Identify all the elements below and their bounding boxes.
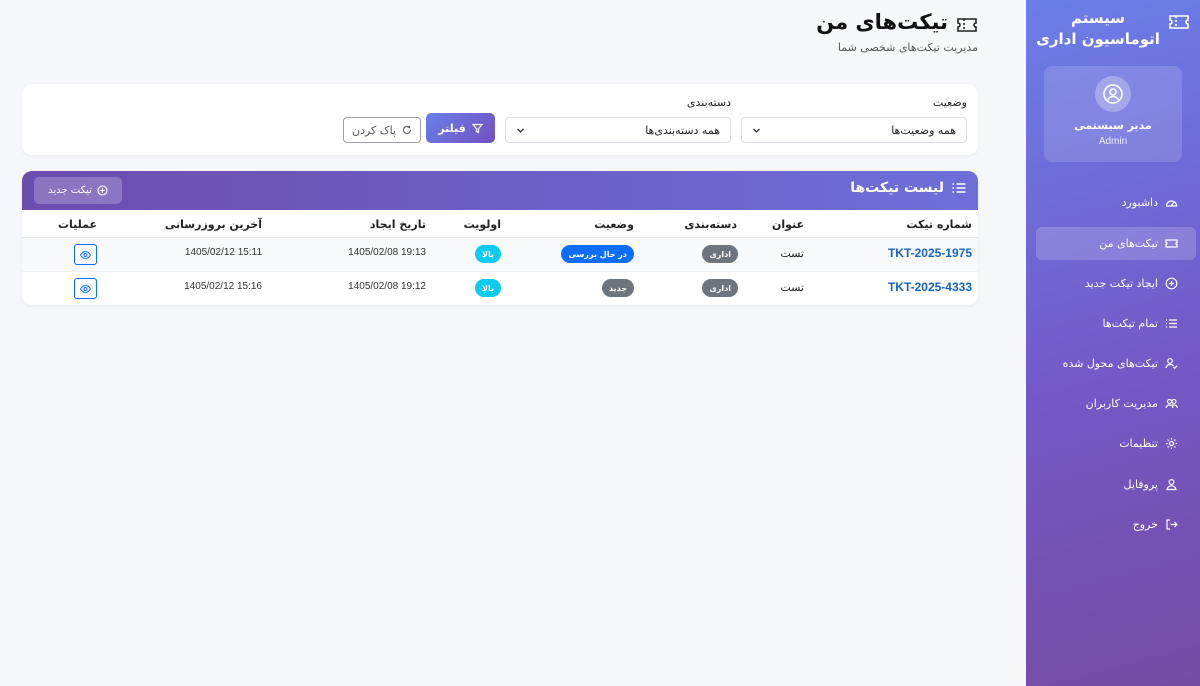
- category-filter-value: همه دسته‌بندی‌ها: [645, 123, 720, 137]
- sidebar-item-label: داشبورد: [1121, 196, 1158, 209]
- updated-date: 1405/02/12 15:11: [184, 247, 262, 258]
- funnel-icon: [471, 123, 483, 134]
- ticket-number-link[interactable]: TKT-2025-4333: [888, 280, 972, 294]
- column-number[interactable]: شماره تیکت: [906, 218, 972, 231]
- ticket-icon: [1165, 237, 1178, 250]
- status-badge: جدید: [601, 279, 634, 297]
- sidebar-item-label: تیکت‌های من: [1099, 237, 1158, 250]
- column-status[interactable]: وضعیت: [594, 218, 634, 231]
- sidebar-item-settings[interactable]: تنظیمات: [1036, 427, 1196, 460]
- sidebar-item-logout[interactable]: خروج: [1036, 508, 1196, 541]
- chevron-down-icon: [516, 126, 525, 135]
- users-icon: [1165, 397, 1178, 410]
- eye-icon: [80, 284, 91, 293]
- clear-button-label: پاک کردن: [351, 123, 397, 137]
- column-category[interactable]: دسته‌بندی: [684, 218, 737, 231]
- user-role: Admin: [1098, 136, 1128, 147]
- ticket-list-card: لیست تیکت‌ها تیکت جدید شماره تیکت عنوان …: [22, 171, 978, 305]
- logout-icon: [1165, 518, 1178, 531]
- sidebar-item-label: خروج: [1132, 518, 1158, 531]
- sidebar-item-users[interactable]: مدیریت کاربران: [1036, 387, 1196, 420]
- sidebar-item-new-ticket[interactable]: ایجاد تیکت جدید: [1036, 267, 1196, 300]
- sidebar-item-label: تمام تیکت‌ها: [1102, 317, 1159, 330]
- user-check-icon: [1165, 357, 1178, 370]
- chevron-down-icon: [752, 126, 761, 135]
- created-date: 1405/02/08 19:12: [348, 281, 426, 292]
- filter-card: وضعیت همه وضعیت‌ها دسته‌بندی همه دسته‌بن…: [22, 84, 978, 155]
- column-actions: عملیات: [57, 218, 97, 231]
- brand-title: سیستم اتوماسیون اداری: [1036, 9, 1160, 48]
- page-header: تیکت‌های من مدیریت تیکت‌های شخصی شما: [678, 10, 978, 58]
- gear-icon: [1165, 437, 1178, 450]
- ticket-subject: تست: [780, 281, 804, 294]
- user-icon: [1165, 478, 1178, 491]
- user-circle-icon: [1102, 83, 1124, 105]
- table-row[interactable]: TKT-2025-4333 تست اداری جدید بالا 1405/0…: [22, 272, 978, 305]
- table-header-row: شماره تیکت عنوان دسته‌بندی وضعیت اولویت …: [22, 210, 978, 238]
- column-priority[interactable]: اولویت: [464, 218, 501, 231]
- created-date: 1405/02/08 19:13: [348, 247, 426, 258]
- eye-icon: [80, 250, 91, 259]
- sidebar-item-label: مدیریت کاربران: [1085, 397, 1158, 410]
- sidebar-item-assigned-tickets[interactable]: تیکت‌های محول شده: [1036, 347, 1196, 380]
- status-filter-select[interactable]: همه وضعیت‌ها: [741, 117, 967, 143]
- ticket-list-title: لیست تیکت‌ها: [850, 180, 966, 196]
- page-subtitle: مدیریت تیکت‌های شخصی شما: [837, 41, 978, 54]
- column-subject[interactable]: عنوان: [772, 218, 804, 231]
- new-ticket-button-label: تیکت جدید: [48, 185, 92, 196]
- list-icon: [1165, 317, 1178, 330]
- new-ticket-button[interactable]: تیکت جدید: [34, 177, 122, 204]
- sidebar-item-my-tickets[interactable]: تیکت‌های من: [1036, 227, 1196, 260]
- sidebar-item-all-tickets[interactable]: تمام تیکت‌ها: [1036, 307, 1196, 340]
- sidebar-item-label: تیکت‌های محول شده: [1062, 357, 1158, 370]
- ticket-icon: [1168, 13, 1190, 31]
- priority-badge: بالا: [475, 279, 501, 297]
- clear-button[interactable]: پاک کردن: [343, 117, 421, 143]
- ticket-number-link[interactable]: TKT-2025-1975: [888, 246, 972, 260]
- sidebar: سیستم اتوماسیون اداری مدیر سیستمی Admin …: [1026, 0, 1200, 686]
- priority-badge: بالا: [475, 245, 501, 263]
- status-filter-label: وضعیت: [932, 96, 967, 109]
- column-updated[interactable]: آخرین بروزرسانی: [165, 218, 262, 231]
- filter-button[interactable]: فیلتر: [426, 113, 495, 143]
- view-ticket-button[interactable]: [74, 278, 97, 299]
- status-filter-value: همه وضعیت‌ها: [891, 123, 956, 137]
- category-badge: اداری: [702, 245, 738, 263]
- updated-date: 1405/02/12 15:16: [184, 281, 262, 292]
- refresh-icon: [402, 125, 412, 135]
- page-title: تیکت‌های من: [816, 10, 948, 34]
- ticket-list-header: لیست تیکت‌ها تیکت جدید: [22, 171, 978, 210]
- column-created[interactable]: تاریخ ایجاد: [370, 218, 426, 231]
- list-icon: [952, 182, 966, 194]
- ticket-subject: تست: [780, 247, 804, 260]
- avatar: [1095, 76, 1131, 112]
- table-row[interactable]: TKT-2025-1975 تست اداری در حال بررسی بال…: [22, 238, 978, 272]
- view-ticket-button[interactable]: [74, 244, 97, 265]
- category-filter-label: دسته‌بندی: [686, 96, 731, 109]
- status-badge: در حال بررسی: [561, 245, 634, 263]
- category-badge: اداری: [702, 279, 738, 297]
- brand: سیستم اتوماسیون اداری: [1026, 8, 1200, 52]
- sidebar-item-label: ایجاد تیکت جدید: [1084, 277, 1158, 290]
- user-card: مدیر سیستمی Admin: [1044, 66, 1182, 162]
- plus-circle-icon: [1165, 277, 1178, 290]
- category-filter-select[interactable]: همه دسته‌بندی‌ها: [505, 117, 731, 143]
- speedometer-icon: [1165, 196, 1178, 209]
- ticket-list-title-text: لیست تیکت‌ها: [850, 180, 944, 196]
- sidebar-item-dashboard[interactable]: داشبورد: [1036, 186, 1196, 219]
- user-name: مدیر سیستمی: [1074, 119, 1152, 132]
- sidebar-item-profile[interactable]: پروفایل: [1036, 468, 1196, 501]
- sidebar-item-label: تنظیمات: [1119, 437, 1158, 450]
- ticket-icon: [956, 16, 978, 34]
- sidebar-item-label: پروفایل: [1123, 478, 1158, 491]
- filter-button-label: فیلتر: [438, 121, 466, 135]
- plus-circle-icon: [97, 185, 108, 196]
